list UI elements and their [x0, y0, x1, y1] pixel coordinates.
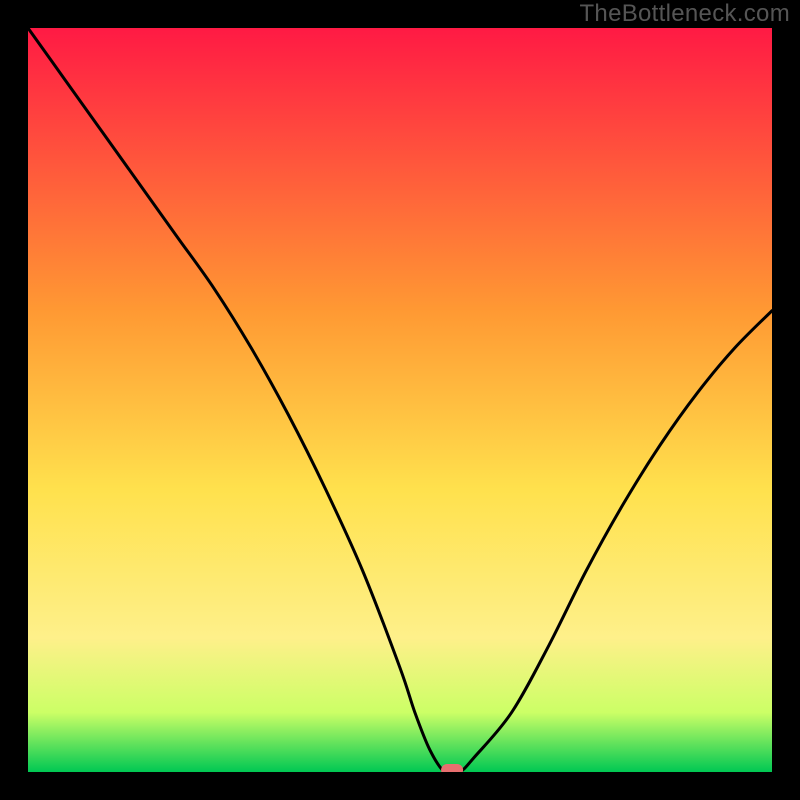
watermark-label: TheBottleneck.com: [579, 0, 790, 28]
chart-container: TheBottleneck.com: [0, 0, 800, 800]
optimal-marker: [441, 764, 463, 772]
gradient-background: [28, 28, 772, 772]
plot-area: [28, 28, 772, 772]
chart-svg: [28, 28, 772, 772]
